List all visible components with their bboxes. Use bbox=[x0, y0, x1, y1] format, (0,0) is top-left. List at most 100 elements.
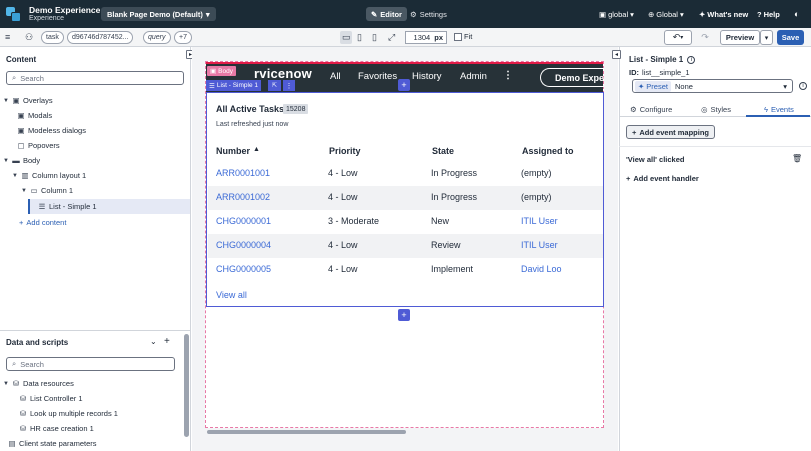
redo-icon[interactable]: ↷ bbox=[697, 30, 713, 45]
info-icon[interactable]: i bbox=[799, 82, 807, 90]
client-state-icon: ▤ bbox=[8, 439, 16, 448]
whats-new-button[interactable]: ✦ What's new bbox=[699, 7, 748, 21]
theme-toggle-icon[interactable]: ◐ bbox=[794, 7, 799, 21]
record-number-link[interactable]: ARR0001001 bbox=[216, 168, 270, 178]
editor-tab[interactable]: ✎ Editor bbox=[366, 7, 407, 21]
tree-item-label: List Controller 1 bbox=[30, 394, 83, 403]
chevron-down-icon[interactable]: ⌄ bbox=[150, 337, 157, 346]
column-header-state[interactable]: State bbox=[432, 146, 454, 156]
info-icon[interactable]: i bbox=[687, 55, 696, 64]
chevron-down-icon: ▼ bbox=[3, 157, 9, 164]
list-component-tag[interactable]: ☰ List - Simple 1 bbox=[206, 80, 262, 91]
add-event-mapping-button[interactable]: + Add event mapping bbox=[626, 125, 715, 139]
tree-item-data-resource[interactable]: ⛁ List Controller 1 bbox=[19, 394, 83, 403]
add-event-handler-button[interactable]: + Add event handler bbox=[626, 174, 699, 183]
view-all-link[interactable]: View all bbox=[216, 290, 247, 300]
data-search-input[interactable]: ⌕ Search bbox=[6, 357, 175, 371]
page-selector-label: Blank Page Demo (Default) bbox=[107, 9, 203, 19]
more-vertical-icon[interactable]: ⋮ bbox=[503, 70, 513, 81]
canvas-horizontal-scrollbar[interactable] bbox=[207, 430, 406, 434]
nav-item-favorites[interactable]: Favorites bbox=[358, 71, 397, 82]
canvas-width-input[interactable]: 1304 px bbox=[405, 31, 447, 44]
more-params-pill[interactable]: +7 bbox=[174, 31, 192, 44]
tree-item-column-layout[interactable]: ▼ ▥ Column layout 1 bbox=[12, 171, 86, 180]
tab-styles[interactable]: ◎ Styles bbox=[701, 105, 731, 114]
settings-tab[interactable]: ⚙ Settings bbox=[410, 7, 447, 21]
expand-icon[interactable]: ⤢ bbox=[388, 32, 395, 43]
tree-item-overlays[interactable]: ▼ ▣ Overlays bbox=[3, 96, 53, 105]
tree-item-body[interactable]: ▼ ▬ Body bbox=[3, 156, 40, 165]
undo-button[interactable]: ↶ ▾ bbox=[664, 30, 692, 45]
add-content-link[interactable]: + Add content bbox=[19, 218, 66, 227]
experience-pill[interactable]: Demo Experi bbox=[540, 68, 604, 87]
chevron-down-icon: ▾ bbox=[205, 9, 210, 19]
app-logo-icon bbox=[6, 7, 21, 22]
column-header-number[interactable]: Number ▲ bbox=[216, 146, 260, 156]
collapse-panel-icon[interactable]: ◂ bbox=[612, 50, 621, 59]
preview-button[interactable]: Preview bbox=[720, 30, 760, 45]
tree-item-client-state[interactable]: ▤ Client state parameters bbox=[8, 439, 97, 448]
assigned-to-link[interactable]: David Loo bbox=[521, 264, 562, 274]
component-title: List - Simple 1 i bbox=[629, 55, 696, 64]
nav-item-history[interactable]: History bbox=[412, 71, 442, 82]
fit-checkbox[interactable] bbox=[454, 33, 462, 41]
column-header-assigned-to[interactable]: Assigned to bbox=[522, 146, 574, 156]
plus-icon: + bbox=[401, 309, 407, 320]
mobile-icon[interactable]: ▯ bbox=[372, 32, 377, 43]
state-cell: Review bbox=[431, 240, 461, 250]
column-header-priority[interactable]: Priority bbox=[329, 146, 361, 156]
tree-item-modeless-dialogs[interactable]: ▣ Modeless dialogs bbox=[17, 126, 86, 135]
trash-icon[interactable]: 🗑 bbox=[792, 154, 802, 163]
hamburger-icon[interactable]: ≡ bbox=[5, 32, 10, 42]
tree-item-popovers[interactable]: ▢ Popovers bbox=[17, 141, 59, 150]
tab-configure[interactable]: ⚙ Configure bbox=[630, 105, 672, 114]
chevron-down-icon: ▼ bbox=[3, 380, 9, 387]
column-header-label: Number bbox=[216, 146, 251, 156]
tree-item-modals[interactable]: ▣ Modals bbox=[17, 111, 52, 120]
panel-scrollbar[interactable] bbox=[184, 334, 189, 437]
popover-icon: ▢ bbox=[17, 141, 25, 150]
scope-picker[interactable]: ▣ global ▾ bbox=[599, 7, 634, 21]
preset-select[interactable]: ✦ Preset None ▾ bbox=[632, 79, 793, 93]
tree-item-column[interactable]: ▼ ▭ Column 1 bbox=[21, 186, 73, 195]
url-param-pill[interactable]: task bbox=[41, 31, 64, 44]
more-vertical-icon[interactable]: ⋮ bbox=[283, 80, 295, 91]
section-divider bbox=[619, 146, 811, 147]
add-component-button[interactable]: + bbox=[398, 79, 410, 91]
record-number-link[interactable]: CHG0000005 bbox=[216, 264, 271, 274]
user-icon[interactable]: ⚇ bbox=[25, 32, 33, 43]
assigned-to-link[interactable]: ITIL User bbox=[521, 240, 558, 250]
tree-item-data-resources[interactable]: ▼ ⛁ Data resources bbox=[3, 379, 74, 388]
preview-dropdown[interactable]: ▾ bbox=[760, 30, 773, 45]
tree-item-label: Column layout 1 bbox=[32, 171, 87, 180]
pencil-icon: ✎ bbox=[371, 9, 378, 19]
tree-item-data-resource[interactable]: ⛁ Look up multiple records 1 bbox=[19, 409, 118, 418]
body-tag[interactable]: ▣ Body bbox=[207, 66, 236, 76]
select-parent-icon[interactable]: ⇱ bbox=[268, 80, 281, 91]
tree-item-label: Client state parameters bbox=[19, 439, 97, 448]
language-picker[interactable]: ⊕ Global ▾ bbox=[648, 7, 684, 21]
content-search-input[interactable]: ⌕ Search bbox=[6, 71, 184, 85]
sort-ascending-icon: ▲ bbox=[253, 146, 260, 153]
tree-item-list-simple[interactable]: ☰ List - Simple 1 bbox=[38, 202, 97, 211]
record-number-link[interactable]: CHG0000004 bbox=[216, 240, 271, 250]
nav-item-all[interactable]: All bbox=[330, 71, 341, 82]
tree-item-data-resource[interactable]: ⛁ HR case creation 1 bbox=[19, 424, 94, 433]
page-selector[interactable]: Blank Page Demo (Default) ▾ bbox=[101, 7, 216, 21]
tablet-icon[interactable]: ▯ bbox=[357, 32, 362, 43]
nav-item-admin[interactable]: Admin bbox=[460, 71, 487, 82]
url-param-pill[interactable]: d96746d787452... bbox=[67, 31, 134, 44]
url-param-pill[interactable]: query bbox=[143, 31, 171, 44]
record-number-link[interactable]: ARR0001002 bbox=[216, 192, 270, 202]
record-number-link[interactable]: CHG0000001 bbox=[216, 216, 271, 226]
add-data-icon[interactable]: + bbox=[164, 336, 170, 347]
save-button[interactable]: Save bbox=[777, 30, 804, 45]
priority-cell: 4 - Low bbox=[328, 192, 358, 202]
tab-events[interactable]: ϟ Events bbox=[764, 105, 794, 114]
list-title: All Active Tasks bbox=[216, 104, 285, 114]
palette-icon: ◎ bbox=[701, 105, 708, 114]
help-button[interactable]: ? Help bbox=[757, 7, 780, 21]
chevron-down-icon: ▾ bbox=[630, 9, 634, 19]
add-component-button[interactable]: + bbox=[398, 309, 410, 321]
assigned-to-link[interactable]: ITIL User bbox=[521, 216, 558, 226]
